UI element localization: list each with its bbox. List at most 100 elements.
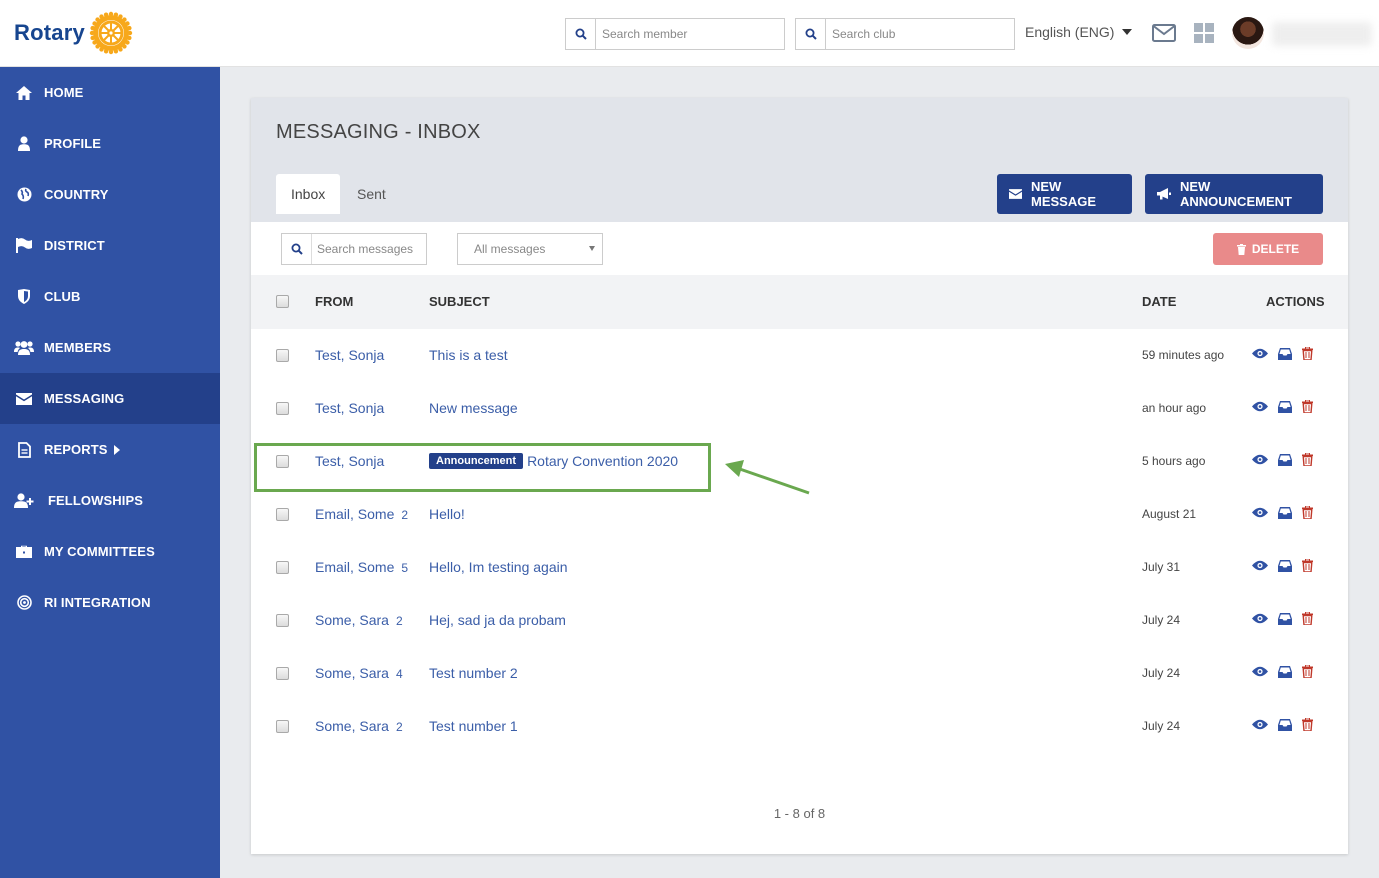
sender-name[interactable]: Some, Sara (315, 718, 389, 734)
sidebar-item-club[interactable]: CLUB (0, 271, 220, 322)
sidebar-item-reports[interactable]: REPORTS (0, 424, 220, 475)
sender-link[interactable]: Some, Sara 4 (315, 665, 403, 681)
view-eye-icon[interactable] (1252, 454, 1268, 465)
delete-trash-icon[interactable] (1302, 400, 1313, 413)
search-messages-box[interactable] (281, 233, 427, 265)
sender-name[interactable]: Test, Sonja (315, 347, 384, 363)
row-checkbox[interactable] (276, 667, 289, 680)
select-all-checkbox[interactable] (276, 295, 289, 308)
view-eye-icon[interactable] (1252, 348, 1268, 359)
delete-trash-icon[interactable] (1302, 347, 1313, 360)
panel-header: MESSAGING - INBOX Inbox Sent NEW MESSAGE… (251, 98, 1348, 222)
apps-grid-icon[interactable] (1194, 23, 1214, 48)
sidebar-item-country[interactable]: COUNTRY (0, 169, 220, 220)
table-row[interactable]: Test, Sonja This is a test 59 minutes ago (251, 329, 1348, 382)
row-checkbox[interactable] (276, 402, 289, 415)
search-club-input[interactable] (826, 20, 1006, 48)
sender-name[interactable]: Email, Some (315, 559, 394, 575)
tab-inbox[interactable]: Inbox (276, 174, 341, 214)
subject-text[interactable]: Hello, Im testing again (429, 559, 568, 575)
row-checkbox[interactable] (276, 561, 289, 574)
sidebar-item-fellowships[interactable]: FELLOWSHIPS (0, 475, 220, 526)
row-checkbox[interactable] (276, 349, 289, 362)
archive-inbox-icon[interactable] (1278, 400, 1292, 413)
mail-icon[interactable] (1152, 23, 1176, 48)
subject-link[interactable]: Hello! (429, 506, 465, 522)
view-eye-icon[interactable] (1252, 719, 1268, 730)
delete-trash-icon[interactable] (1302, 718, 1313, 731)
message-filter-select[interactable]: All messages (457, 233, 603, 265)
delete-button[interactable]: DELETE (1213, 233, 1323, 265)
sender-link[interactable]: Email, Some 2 (315, 506, 408, 522)
subject-text[interactable]: Test number 1 (429, 718, 518, 734)
subject-link[interactable]: Test number 1 (429, 718, 518, 734)
row-checkbox[interactable] (276, 508, 289, 521)
table-row[interactable]: Some, Sara 2 Test number 1 July 24 (251, 700, 1348, 753)
table-row[interactable]: Email, Some 5 Hello, Im testing again July … (251, 541, 1348, 594)
subject-text[interactable]: Test number 2 (429, 665, 518, 681)
sidebar-item-profile[interactable]: PROFILE (0, 118, 220, 169)
subject-link[interactable]: New message (429, 400, 518, 416)
delete-trash-icon[interactable] (1302, 506, 1313, 519)
new-message-button[interactable]: NEW MESSAGE (997, 174, 1132, 214)
sidebar-item-district[interactable]: DISTRICT (0, 220, 220, 271)
rotary-logo[interactable]: Rotary (14, 11, 133, 55)
archive-inbox-icon[interactable] (1278, 453, 1292, 466)
archive-inbox-icon[interactable] (1278, 347, 1292, 360)
delete-trash-icon[interactable] (1302, 665, 1313, 678)
archive-inbox-icon[interactable] (1278, 665, 1292, 678)
subject-link[interactable]: Hej, sad ja da probam (429, 612, 566, 628)
view-eye-icon[interactable] (1252, 507, 1268, 518)
column-header-subject[interactable]: SUBJECT (429, 294, 490, 309)
archive-inbox-icon[interactable] (1278, 718, 1292, 731)
sidebar-item-messaging[interactable]: MESSAGING (0, 373, 220, 424)
search-messages-input[interactable] (312, 242, 422, 256)
sidebar-item-members[interactable]: MEMBERS (0, 322, 220, 373)
sidebar-item-label: COUNTRY (44, 187, 109, 202)
row-checkbox[interactable] (276, 614, 289, 627)
sender-name[interactable]: Some, Sara (315, 612, 389, 628)
sender-name[interactable]: Some, Sara (315, 665, 389, 681)
view-eye-icon[interactable] (1252, 613, 1268, 624)
sender-link[interactable]: Some, Sara 2 (315, 718, 403, 734)
subject-text[interactable]: Hello! (429, 506, 465, 522)
archive-inbox-icon[interactable] (1278, 612, 1292, 625)
table-row[interactable]: Test, Sonja New message an hour ago (251, 382, 1348, 435)
archive-inbox-icon[interactable] (1278, 559, 1292, 572)
sender-link[interactable]: Email, Some 5 (315, 559, 408, 575)
view-eye-icon[interactable] (1252, 401, 1268, 412)
sidebar-item-home[interactable]: HOME (0, 67, 220, 118)
search-club-box[interactable] (795, 18, 1015, 50)
subject-text[interactable]: This is a test (429, 347, 508, 363)
subject-text[interactable]: New message (429, 400, 518, 416)
row-checkbox[interactable] (276, 720, 289, 733)
sidebar-item-my-committees[interactable]: MY COMMITTEES (0, 526, 220, 577)
sender-link[interactable]: Test, Sonja (315, 400, 384, 416)
archive-inbox-icon[interactable] (1278, 506, 1292, 519)
delete-trash-icon[interactable] (1302, 559, 1313, 572)
subject-link[interactable]: This is a test (429, 347, 508, 363)
table-row[interactable]: Some, Sara 4 Test number 2 July 24 (251, 647, 1348, 700)
sender-link[interactable]: Some, Sara 2 (315, 612, 403, 628)
sender-name[interactable]: Test, Sonja (315, 400, 384, 416)
subject-link[interactable]: Hello, Im testing again (429, 559, 568, 575)
table-row[interactable]: Some, Sara 2 Hej, sad ja da probam July 24 (251, 594, 1348, 647)
subject-text[interactable]: Hej, sad ja da probam (429, 612, 566, 628)
user-avatar[interactable] (1232, 17, 1264, 49)
subject-link[interactable]: Test number 2 (429, 665, 518, 681)
search-member-box[interactable] (565, 18, 785, 50)
sender-name[interactable]: Email, Some (315, 506, 394, 522)
view-eye-icon[interactable] (1252, 560, 1268, 571)
tab-sent[interactable]: Sent (342, 174, 401, 214)
language-selector[interactable]: English (ENG) (1025, 24, 1133, 40)
search-member-input[interactable] (596, 20, 776, 48)
column-header-date[interactable]: DATE (1142, 294, 1176, 309)
sidebar-item-ri-integration[interactable]: RI INTEGRATION (0, 577, 220, 628)
column-header-from[interactable]: FROM (315, 294, 353, 309)
view-eye-icon[interactable] (1252, 666, 1268, 677)
new-announcement-button[interactable]: NEW ANNOUNCEMENT (1145, 174, 1323, 214)
sender-link[interactable]: Test, Sonja (315, 347, 384, 363)
delete-trash-icon[interactable] (1302, 612, 1313, 625)
user-name-blurred[interactable] (1272, 22, 1372, 46)
delete-trash-icon[interactable] (1302, 453, 1313, 466)
